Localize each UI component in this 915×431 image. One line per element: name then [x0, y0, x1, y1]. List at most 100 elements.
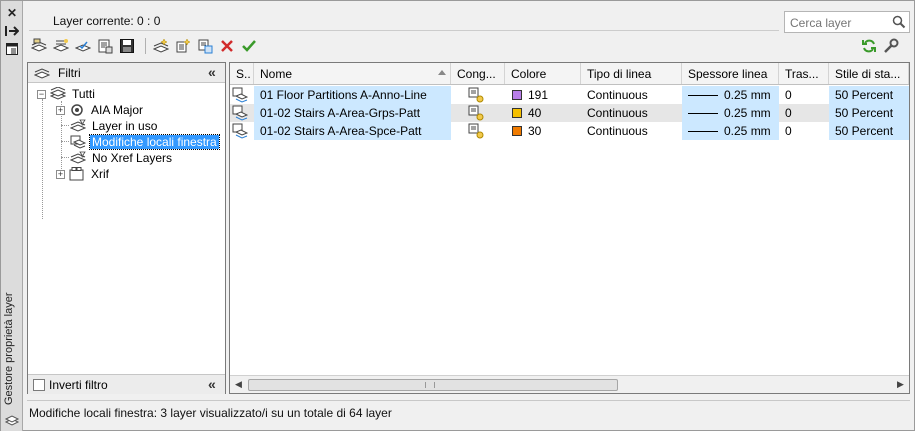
tree-node-modifiche-locali-finestra[interactable]: Modifiche locali finestra [69, 134, 220, 150]
current-layer-label: Layer corrente: 0 : 0 [29, 9, 779, 31]
xref-filter-icon [68, 166, 86, 182]
table-row[interactable]: 01-02 Stairs A-Area-Spce-Patt 30 Continu… [230, 122, 909, 140]
all-layers-filter-icon [49, 86, 67, 102]
new-layer-button[interactable] [151, 36, 171, 56]
layer-plot-style[interactable]: 50 Percent [829, 122, 909, 140]
tree-guide-line [61, 141, 69, 142]
lineweight-value: 0.25 mm [724, 88, 771, 102]
set-current-button[interactable] [239, 36, 259, 56]
layer-lineweight[interactable]: 0.25 mm [682, 104, 779, 122]
layer-states-manager-button[interactable] [73, 36, 93, 56]
search-icon[interactable] [892, 15, 906, 29]
expand-expander-icon[interactable]: + [56, 105, 65, 115]
settings-icon [884, 38, 899, 53]
horizontal-scrollbar[interactable]: ◀ ▶ [230, 375, 909, 393]
scroll-right-icon[interactable]: ▶ [897, 379, 904, 390]
layer-color[interactable]: 191 [505, 86, 581, 104]
tree-node-no-xref-layers[interactable]: No Xref Layers [69, 150, 174, 166]
tree-guide-line [42, 99, 43, 219]
layer-transparency[interactable]: 0 [779, 86, 829, 104]
freeze-vp-sun-icon[interactable] [468, 123, 484, 139]
freeze-vp-sun-icon[interactable] [468, 105, 484, 121]
column-header-color[interactable]: Colore [505, 63, 581, 84]
refresh-icon [862, 39, 876, 53]
column-header-transparency[interactable]: Tras... [779, 63, 829, 84]
new-layer-frozen-vp-icon [176, 38, 191, 53]
collapse-filter-pane-icon[interactable]: « [208, 64, 216, 80]
expand-expander-icon[interactable]: + [56, 169, 65, 179]
grid-header: S.. Nome Cong... Colore Tipo di linea Sp… [230, 63, 909, 85]
tree-node-label: Tutti [72, 87, 95, 101]
tree-node-label: No Xref Layers [92, 151, 173, 165]
layer-lineweight[interactable]: 0.25 mm [682, 122, 779, 140]
layer-color[interactable]: 30 [505, 122, 581, 140]
properties-menu-icon[interactable] [4, 41, 20, 57]
settings-button[interactable] [881, 36, 901, 56]
filter-pane-footer: Inverti filtro « [28, 374, 225, 394]
filter-tree-pane: Filtri « − Tutti + AIA Major Layer in us… [27, 62, 226, 394]
viewport-override-status-icon [232, 123, 248, 139]
new-property-filter-button[interactable] [29, 36, 49, 56]
invert-filter-checkbox[interactable] [33, 379, 45, 391]
color-value: 40 [528, 106, 542, 120]
collapse-expander-icon[interactable]: − [37, 89, 46, 99]
viewport-override-filter-icon [69, 134, 87, 150]
layer-lineweight[interactable]: 0.25 mm [682, 86, 779, 104]
palette-title: Gestore proprietà layer [3, 292, 15, 406]
layer-color[interactable]: 40 [505, 104, 581, 122]
column-header-plot-style[interactable]: Stile di sta... [829, 63, 909, 84]
column-header-label: Nome [260, 67, 293, 81]
new-group-filter-button[interactable] [51, 36, 71, 56]
column-header-freeze[interactable]: Cong... [451, 63, 505, 84]
column-header-name[interactable]: Nome [254, 63, 451, 84]
set-current-icon [242, 40, 256, 52]
layer-plot-style[interactable]: 50 Percent [829, 104, 909, 122]
column-header-lineweight[interactable]: Spessore linea [682, 63, 779, 84]
status-bar: Modifiche locali finestra: 3 layer visua… [27, 400, 910, 422]
column-header-linetype[interactable]: Tipo di linea [581, 63, 682, 84]
layer-linetype[interactable]: Continuous [581, 104, 682, 122]
collapse-filter-pane-icon[interactable]: « [208, 376, 216, 392]
delete-layer-icon [221, 40, 233, 52]
layer-linetype[interactable]: Continuous [581, 86, 682, 104]
color-swatch [512, 108, 522, 118]
table-row[interactable]: 01 Floor Partitions A-Anno-Line 191 Cont… [230, 86, 909, 104]
new-layer-frozen-vp-button[interactable] [173, 36, 193, 56]
tree-node-aia-major[interactable]: + AIA Major [56, 102, 145, 118]
freeze-vp-sun-icon[interactable] [468, 87, 484, 103]
close-icon[interactable]: ✕ [4, 5, 20, 21]
new-layer-icon [153, 38, 169, 53]
tree-node-label: Layer in uso [92, 119, 158, 133]
tree-node-label: Xrif [91, 167, 109, 181]
table-row[interactable]: 01-02 Stairs A-Area-Grps-Patt 40 Continu… [230, 104, 909, 122]
layer-settings-button[interactable] [195, 36, 215, 56]
save-button[interactable] [117, 36, 137, 56]
scrollbar-thumb[interactable] [248, 379, 618, 391]
layer-name[interactable]: 01-02 Stairs A-Area-Grps-Patt [254, 104, 451, 122]
layer-name[interactable]: 01-02 Stairs A-Area-Spce-Patt [254, 122, 451, 140]
property-filter-icon [69, 118, 87, 134]
invert-filter-label[interactable]: Inverti filtro [49, 378, 108, 392]
lineweight-sample [688, 131, 718, 132]
delete-layer-button[interactable] [217, 36, 237, 56]
layer-plot-style[interactable]: 50 Percent [829, 86, 909, 104]
layer-transparency[interactable]: 0 [779, 122, 829, 140]
filter-icon [34, 68, 50, 79]
lineweight-value: 0.25 mm [724, 124, 771, 138]
layers-icon [4, 415, 20, 426]
layer-linetype[interactable]: Continuous [581, 122, 682, 140]
layer-transparency[interactable]: 0 [779, 104, 829, 122]
tree-node-xrif[interactable]: + Xrif [56, 166, 111, 182]
layer-name[interactable]: 01 Floor Partitions A-Anno-Line [254, 86, 451, 104]
tree-node-label: Modifiche locali finestra [89, 134, 220, 150]
column-header-status[interactable]: S.. [230, 63, 254, 84]
refresh-button[interactable] [859, 36, 879, 56]
new-layer-vp-frozen-button[interactable] [95, 36, 115, 56]
auto-hide-icon[interactable] [4, 23, 20, 39]
lineweight-value: 0.25 mm [724, 106, 771, 120]
new-layer-vp-frozen-icon [98, 39, 113, 54]
tree-node-tutti[interactable]: − Tutti [37, 86, 97, 102]
filter-pane-title: Filtri [58, 66, 81, 80]
tree-node-layer-in-uso[interactable]: Layer in uso [69, 118, 159, 134]
scroll-left-icon[interactable]: ◀ [235, 379, 242, 390]
